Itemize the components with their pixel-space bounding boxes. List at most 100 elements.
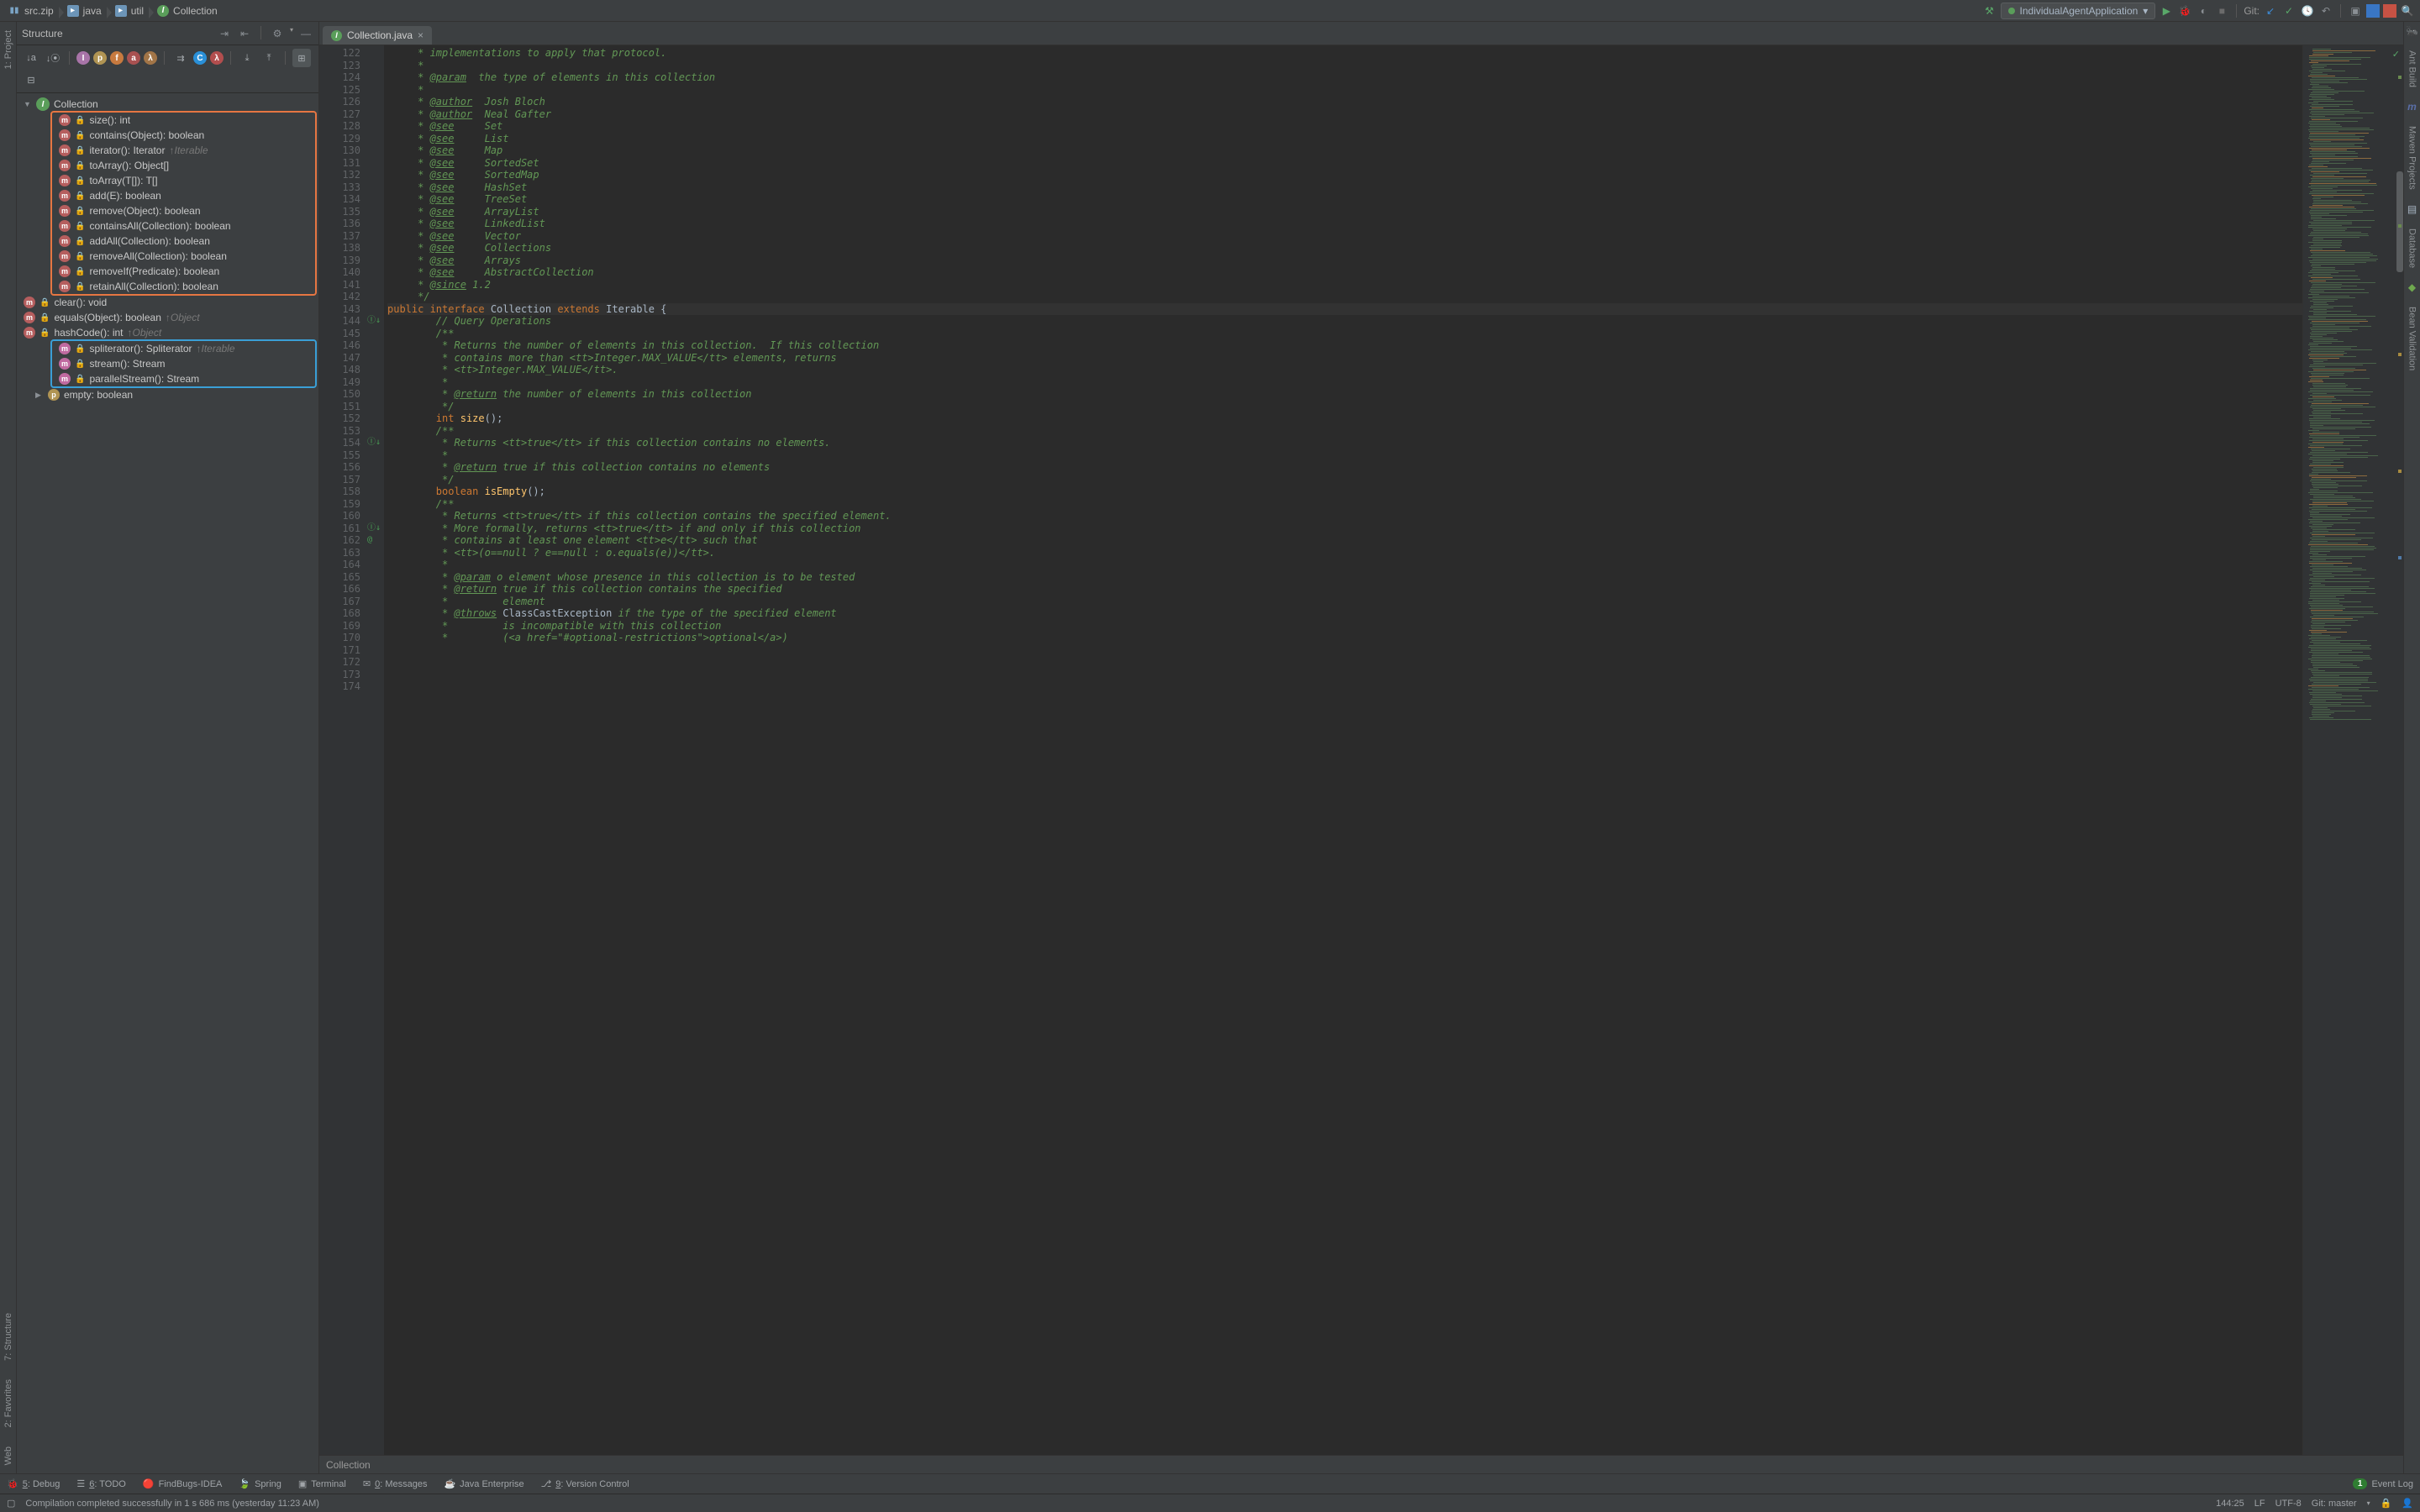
show-properties-icon[interactable]: p bbox=[93, 51, 107, 65]
tree-item-label: clear(): void bbox=[54, 297, 107, 308]
tree-item[interactable]: m 🔒 stream(): Stream bbox=[52, 356, 315, 371]
bottom-tool-button[interactable]: 🐞5: Debug bbox=[7, 1478, 60, 1489]
show-fields-icon[interactable]: f bbox=[110, 51, 124, 65]
autoscroll-from-source-icon[interactable]: ⤒ bbox=[260, 49, 278, 67]
structure-tool-button[interactable]: 7: Structure bbox=[3, 1308, 13, 1366]
favorites-tool-button[interactable]: 2: Favorites bbox=[3, 1374, 13, 1432]
expand-arrow-icon[interactable]: ▶ bbox=[35, 391, 44, 400]
class-icon[interactable]: C bbox=[193, 51, 207, 65]
git-revert-icon[interactable]: ↶ bbox=[2318, 3, 2333, 18]
bottom-tool-button[interactable]: 🔴FindBugs-IDEA bbox=[143, 1478, 223, 1489]
cursor-position[interactable]: 144:25 bbox=[2216, 1499, 2244, 1509]
interface-icon: I bbox=[36, 97, 50, 111]
stop-icon[interactable]: ■ bbox=[2214, 3, 2229, 18]
tree-item[interactable]: m 🔒 contains(Object): boolean bbox=[52, 128, 315, 143]
tree-item[interactable]: m 🔒 clear(): void bbox=[17, 295, 318, 310]
tree-item[interactable]: m 🔒 removeIf(Predicate): boolean bbox=[52, 264, 315, 279]
maven-projects-button[interactable]: Maven Projects bbox=[2407, 121, 2417, 195]
git-branch[interactable]: Git: master bbox=[2312, 1499, 2357, 1509]
tree-item[interactable]: m 🔒 equals(Object): boolean ↑Object bbox=[17, 310, 318, 325]
show-lambdas-icon[interactable]: λ bbox=[144, 51, 157, 65]
lock-icon: 🔒 bbox=[75, 375, 85, 384]
bottom-tool-button[interactable]: ▣Terminal bbox=[298, 1478, 346, 1489]
tree-item[interactable]: m 🔒 toArray(): Object[] bbox=[52, 158, 315, 173]
gear-icon[interactable]: ⚙ bbox=[270, 26, 285, 41]
project-tool-button[interactable]: 1: Project bbox=[3, 25, 13, 74]
git-commit-icon[interactable]: ✓ bbox=[2281, 3, 2296, 18]
close-icon[interactable]: × bbox=[418, 29, 424, 41]
maven-icon: m bbox=[2407, 101, 2417, 113]
file-encoding[interactable]: UTF-8 bbox=[2275, 1499, 2302, 1509]
event-log-button[interactable]: 1 Event Log bbox=[2353, 1478, 2413, 1489]
bottom-tool-button[interactable]: ✉0: Messages bbox=[363, 1478, 428, 1489]
sort-alpha-icon[interactable]: ↓a bbox=[22, 49, 40, 67]
collapse-icon[interactable]: ⊟ bbox=[22, 71, 40, 89]
minimap[interactable]: ✓ bbox=[2302, 45, 2403, 1455]
tree-item[interactable]: m 🔒 size(): int bbox=[52, 113, 315, 128]
word-icon[interactable] bbox=[2366, 4, 2380, 18]
method-icon: m bbox=[24, 327, 35, 339]
expand-arrow-icon[interactable]: ▼ bbox=[24, 100, 32, 108]
interface-icon: I bbox=[157, 5, 169, 17]
breadcrumb-item[interactable]: ▸ util bbox=[112, 3, 150, 18]
git-history-icon[interactable]: 🕓 bbox=[2300, 3, 2315, 18]
tree-item[interactable]: m 🔒 remove(Object): boolean bbox=[52, 203, 315, 218]
tree-item[interactable]: m 🔒 parallelStream(): Stream bbox=[52, 371, 315, 386]
git-update-icon[interactable]: ↙ bbox=[2263, 3, 2278, 18]
bottom-tool-button[interactable]: ☕Java Enterprise bbox=[444, 1478, 523, 1489]
collapse-all-icon[interactable]: ⇥ bbox=[217, 26, 232, 41]
web-tool-button[interactable]: Web bbox=[3, 1441, 13, 1470]
hide-icon[interactable]: — bbox=[298, 26, 313, 41]
gutter-marks[interactable]: Ⓘ↓Ⓘ↓Ⓘ↓ @ bbox=[366, 45, 384, 1455]
sort-visibility-icon[interactable]: ↓⦿ bbox=[44, 49, 62, 67]
tree-item[interactable]: m 🔒 retainAll(Collection): boolean bbox=[52, 279, 315, 294]
tool-label: Terminal bbox=[311, 1479, 346, 1489]
lock-icon: 🔒 bbox=[75, 267, 85, 276]
run-icon[interactable]: ▶ bbox=[2159, 3, 2174, 18]
powerpoint-icon[interactable] bbox=[2383, 4, 2396, 18]
expand-all-icon[interactable]: ⇤ bbox=[237, 26, 252, 41]
notifications-icon[interactable]: 👤 bbox=[2402, 1498, 2413, 1509]
ant-build-button[interactable]: Ant Build bbox=[2407, 45, 2417, 92]
tree-root[interactable]: ▼ I Collection bbox=[17, 97, 318, 112]
editor-breadcrumb[interactable]: Collection bbox=[319, 1455, 2403, 1473]
autoscroll-to-source-icon[interactable]: ⤓ bbox=[238, 49, 256, 67]
anon-icon[interactable]: λ bbox=[210, 51, 224, 65]
tree-item[interactable]: m 🔒 containsAll(Collection): boolean bbox=[52, 218, 315, 234]
tree-item[interactable]: ▶ p empty: boolean bbox=[17, 387, 318, 402]
breadcrumb-item[interactable]: I Collection bbox=[154, 3, 224, 18]
search-icon[interactable]: 🔍 bbox=[2400, 3, 2415, 18]
run-configuration-selector[interactable]: IndividualAgentApplication ▾ bbox=[2001, 3, 2156, 19]
status-window-icon[interactable]: ▢ bbox=[7, 1498, 15, 1509]
show-interfaces-icon[interactable]: I bbox=[76, 51, 90, 65]
coverage-icon[interactable]: ◐ bbox=[2196, 3, 2211, 18]
tree-item[interactable]: m 🔒 addAll(Collection): boolean bbox=[52, 234, 315, 249]
tree-item[interactable]: m 🔒 spliterator(): Spliterator ↑Iterable bbox=[52, 341, 315, 356]
line-number-gutter[interactable]: 122 123 124 125 126 127 128 129 130 131 … bbox=[319, 45, 366, 1455]
bottom-tool-button[interactable]: ⎇9: Version Control bbox=[541, 1478, 629, 1489]
editor-tab[interactable]: I Collection.java × bbox=[323, 26, 432, 45]
tree-item[interactable]: m 🔒 add(E): boolean bbox=[52, 188, 315, 203]
tree-item[interactable]: m 🔒 hashCode(): int ↑Object bbox=[17, 325, 318, 340]
line-ending[interactable]: LF bbox=[2254, 1499, 2265, 1509]
breadcrumb-item[interactable]: ▮▮ src.zip bbox=[5, 3, 60, 18]
minimap-thumb[interactable] bbox=[2396, 171, 2403, 272]
database-button[interactable]: Database bbox=[2407, 223, 2417, 273]
breadcrumb-item[interactable]: ▸ java bbox=[64, 3, 108, 18]
inspections-ok-icon[interactable]: ✓ bbox=[2392, 49, 2400, 60]
tree-item[interactable]: m 🔒 removeAll(Collection): boolean bbox=[52, 249, 315, 264]
structure-tree[interactable]: ▼ I Collection m 🔒 size(): int m 🔒 conta… bbox=[17, 93, 318, 1473]
expand-icon[interactable]: ⊞ bbox=[292, 49, 311, 67]
group-methods-icon[interactable]: ⇉ bbox=[171, 49, 190, 67]
hammer-icon[interactable]: ⚒ bbox=[1982, 3, 1997, 18]
code-area[interactable]: * implementations to apply that protocol… bbox=[384, 45, 2302, 1455]
tree-item[interactable]: m 🔒 iterator(): Iterator ↑Iterable bbox=[52, 143, 315, 158]
tree-item[interactable]: m 🔒 toArray(T[]): T[] bbox=[52, 173, 315, 188]
bean-validation-button[interactable]: Bean Validation bbox=[2407, 302, 2417, 375]
bottom-tool-button[interactable]: 🍃Spring bbox=[239, 1478, 281, 1489]
screenshot-icon[interactable]: ▣ bbox=[2348, 3, 2363, 18]
debug-icon[interactable]: 🐞 bbox=[2177, 3, 2192, 18]
show-anonymous-icon[interactable]: a bbox=[127, 51, 140, 65]
bottom-tool-button[interactable]: ☰6: TODO bbox=[76, 1478, 126, 1489]
lock-icon[interactable]: 🔒 bbox=[2381, 1498, 2392, 1509]
